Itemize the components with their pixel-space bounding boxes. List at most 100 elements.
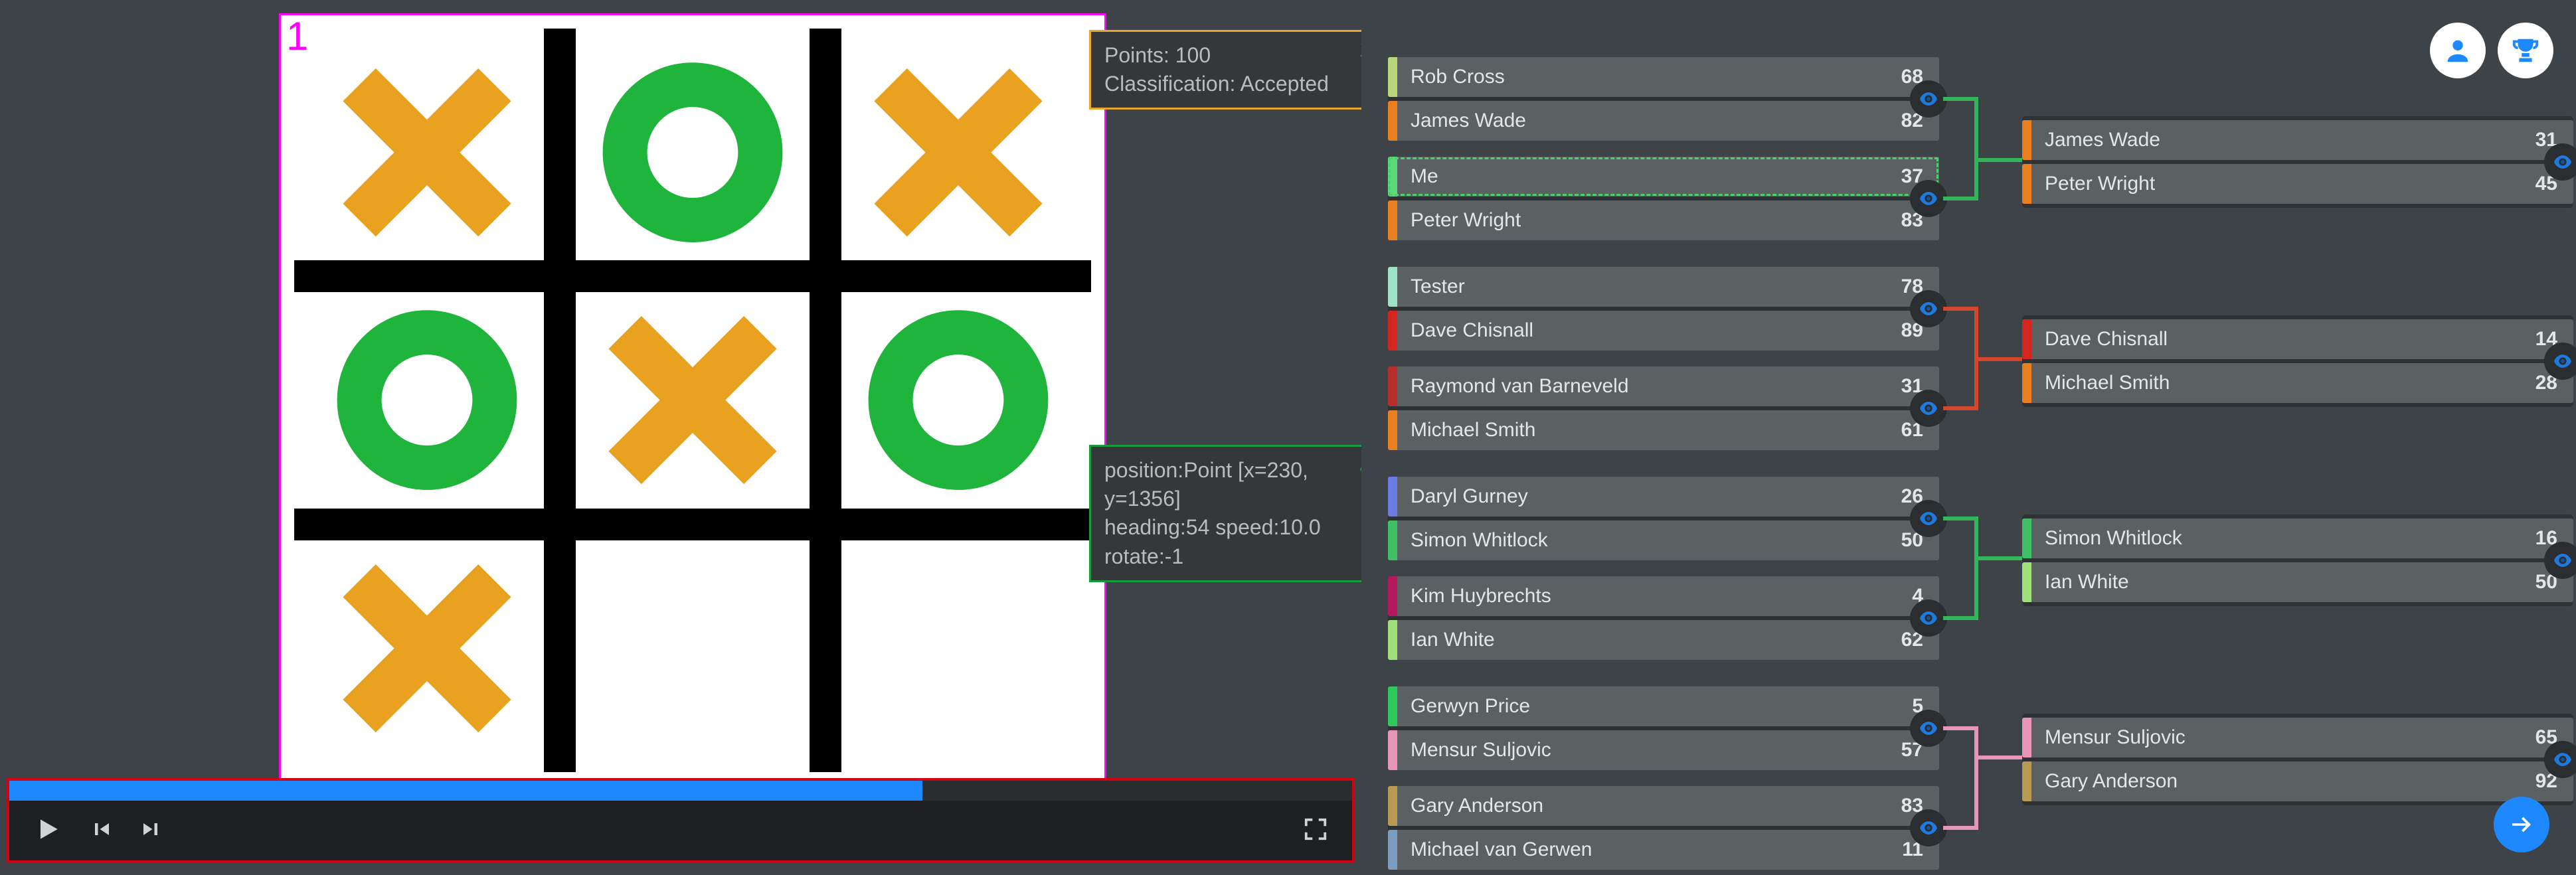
bracket-player-row[interactable]: Ian White50: [2022, 562, 2573, 602]
bracket-player-row[interactable]: Ian White62: [1388, 620, 1939, 660]
x-icon: [323, 56, 531, 249]
bracket-player-row[interactable]: Dave Chisnall14: [2022, 319, 2573, 359]
game-panel: 1 3 Points: 100 Classification: Accepted…: [0, 0, 1361, 875]
state-position: position:Point [x=230, y=1356]: [1104, 456, 1370, 513]
points-value: Points: 100: [1104, 41, 1370, 70]
next-icon[interactable]: [139, 817, 163, 844]
player-name: Peter Wright: [2031, 174, 2535, 194]
bracket-player-row[interactable]: Tester78: [1388, 267, 1939, 307]
bracket-player-row[interactable]: Simon Whitlock50: [1388, 520, 1939, 560]
player-name: Daryl Gurney: [1397, 487, 1901, 507]
tictactoe-board: [294, 29, 1091, 772]
bracket-player-row[interactable]: Rob Cross68: [1388, 57, 1939, 97]
bracket-match: Gerwyn Price5Mensur Suljovic57: [1388, 686, 1939, 770]
view-match-button[interactable]: [2544, 143, 2576, 181]
bracket-round-2: James Wade31Peter Wright45 Dave Chisnall1…: [2022, 53, 2573, 863]
view-match-button[interactable]: [2544, 343, 2576, 380]
player-name: Michael Smith: [2031, 373, 2535, 393]
prev-icon[interactable]: [89, 817, 113, 844]
bracket-player-row[interactable]: Raymond van Barneveld31: [1388, 366, 1939, 406]
view-match-button[interactable]: [2544, 741, 2576, 778]
player-color-tag: [1388, 730, 1397, 770]
player-color-tag: [1388, 786, 1397, 826]
player-color-tag: [2022, 164, 2031, 204]
board-cell[interactable]: [560, 29, 825, 276]
board-cell[interactable]: [294, 524, 560, 772]
bracket-player-row[interactable]: James Wade82: [1388, 101, 1939, 141]
player-color-tag: [1388, 200, 1397, 240]
bracket-match: James Wade31Peter Wright45: [2022, 116, 2573, 208]
play-icon[interactable]: [33, 815, 62, 847]
bracket-player-row[interactable]: Michael van Gerwen11: [1388, 830, 1939, 870]
view-match-button[interactable]: [1910, 180, 1947, 217]
player-color-tag: [2022, 363, 2031, 403]
player-name: Mensur Suljovic: [2031, 728, 2535, 748]
next-round-button[interactable]: [2494, 797, 2549, 852]
bracket-player-row[interactable]: Michael Smith28: [2022, 363, 2573, 403]
player-name: Simon Whitlock: [2031, 528, 2535, 548]
bracket-round-1: Rob Cross68James Wade82 Me37Peter Wright8…: [1388, 53, 1939, 875]
game-viewport: 1: [279, 13, 1106, 787]
bracket-player-row[interactable]: Gerwyn Price5: [1388, 686, 1939, 726]
player-color-tag: [2022, 120, 2031, 160]
player-name: Gerwyn Price: [1397, 696, 1912, 716]
bracket-player-row[interactable]: Me37: [1388, 157, 1939, 197]
bracket-match: Me37Peter Wright83: [1388, 157, 1939, 240]
player-color-tag: [1388, 830, 1397, 870]
player-color-tag: [2022, 518, 2031, 558]
x-icon: [323, 552, 531, 745]
state-overlay: 4 position:Point [x=230, y=1356] heading…: [1089, 445, 1385, 582]
view-match-button[interactable]: [1910, 599, 1947, 637]
o-icon: [589, 56, 796, 249]
progress-track[interactable]: [9, 781, 1352, 801]
player-color-tag: [1388, 366, 1397, 406]
player-name: Tester: [1397, 277, 1901, 297]
bracket-player-row[interactable]: Michael Smith61: [1388, 410, 1939, 450]
view-match-button[interactable]: [1910, 80, 1947, 118]
player-name: Gary Anderson: [1397, 796, 1901, 816]
board-cell[interactable]: [560, 276, 825, 524]
board-cell[interactable]: [825, 29, 1091, 276]
fullscreen-icon[interactable]: [1303, 817, 1328, 845]
bracket-player-row[interactable]: Daryl Gurney26: [1388, 477, 1939, 517]
board-cell[interactable]: [294, 276, 560, 524]
board-cell[interactable]: [560, 524, 825, 772]
player-color-tag: [1388, 157, 1397, 197]
player-name: Simon Whitlock: [1397, 530, 1901, 550]
player-name: Kim Huybrechts: [1397, 586, 1912, 606]
bracket-player-row[interactable]: Gary Anderson92: [2022, 761, 2573, 801]
view-match-button[interactable]: [2544, 542, 2576, 579]
bracket-player-row[interactable]: Mensur Suljovic57: [1388, 730, 1939, 770]
view-match-button[interactable]: [1910, 290, 1947, 327]
player-color-tag: [1388, 267, 1397, 307]
view-match-button[interactable]: [1910, 500, 1947, 537]
view-match-button[interactable]: [1910, 710, 1947, 747]
bracket-player-row[interactable]: Gary Anderson83: [1388, 786, 1939, 826]
bracket-player-row[interactable]: Peter Wright83: [1388, 200, 1939, 240]
player-name: Raymond van Barneveld: [1397, 376, 1901, 396]
x-icon: [855, 56, 1062, 249]
bracket-player-row[interactable]: Dave Chisnall89: [1388, 311, 1939, 351]
state-rotate: rotate:-1: [1104, 542, 1370, 571]
player-color-tag: [2022, 718, 2031, 757]
bracket-player-row[interactable]: James Wade31: [2022, 120, 2573, 160]
view-match-button[interactable]: [1910, 809, 1947, 846]
player-color-tag: [1388, 620, 1397, 660]
player-name: Me: [1397, 167, 1901, 187]
board-cell[interactable]: [294, 29, 560, 276]
view-match-button[interactable]: [1910, 390, 1947, 427]
player-name: Michael Smith: [1397, 420, 1901, 440]
bracket-player-row[interactable]: Peter Wright45: [2022, 164, 2573, 204]
state-heading-speed: heading:54 speed:10.0: [1104, 513, 1370, 542]
bracket-player-row[interactable]: Mensur Suljovic65: [2022, 718, 2573, 757]
bracket-connectors: [1943, 53, 2023, 875]
board-cell[interactable]: [825, 524, 1091, 772]
o-icon: [323, 303, 531, 497]
player-name: Rob Cross: [1397, 67, 1901, 87]
player-name: Ian White: [1397, 630, 1901, 650]
board-cell[interactable]: [825, 276, 1091, 524]
player-color-tag: [1388, 410, 1397, 450]
bracket-player-row[interactable]: Kim Huybrechts4: [1388, 576, 1939, 616]
bracket-player-row[interactable]: Simon Whitlock16: [2022, 518, 2573, 558]
bracket-match: Simon Whitlock16Ian White50: [2022, 515, 2573, 606]
